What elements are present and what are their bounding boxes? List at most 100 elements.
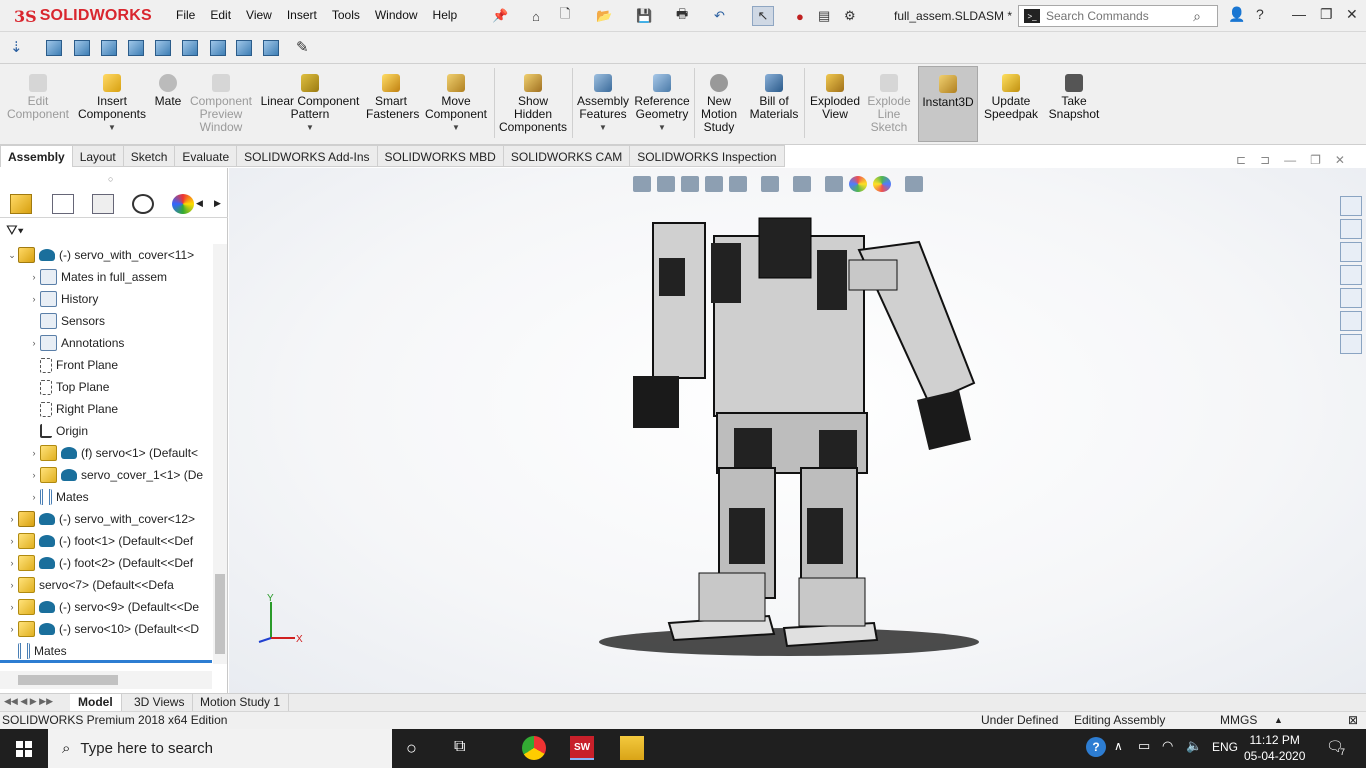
collapse-toolbar-icon[interactable]: ⇣ [10, 37, 23, 57]
search-input[interactable] [1046, 9, 1186, 23]
move-component-dropdown-icon[interactable]: ▼ [422, 121, 490, 134]
graphics-area[interactable]: Y X [229, 168, 1366, 693]
reference-geometry-button[interactable]: Reference Geometry ▼ [632, 66, 692, 142]
tree-item[interactable]: › Mates in full_assem [28, 266, 167, 288]
options-gear-icon[interactable]: ⚙ [844, 6, 856, 26]
tab-nav-icons[interactable]: ◀◀ ◀ ▶ ▶▶ [4, 696, 53, 707]
tree-item[interactable]: Front Plane [28, 354, 118, 376]
assembly-features-button[interactable]: Assembly Features ▼ [576, 66, 630, 142]
tab-model[interactable]: Model [70, 694, 122, 711]
tree-item[interactable]: Origin [28, 420, 88, 442]
tree-item[interactable]: › servo<7> (Default<<Defa [6, 574, 174, 596]
tree-horizontal-scrollbar[interactable] [0, 671, 212, 689]
solidworks-resources-icon[interactable] [1340, 196, 1362, 216]
design-library-icon[interactable] [1340, 219, 1362, 239]
doc-minimize-icon[interactable]: — [1284, 153, 1296, 167]
assembly-features-dropdown-icon[interactable]: ▼ [576, 121, 630, 134]
exploded-view-button[interactable]: Exploded View [808, 66, 862, 142]
component-preview-window-button[interactable]: Component Preview Window [188, 66, 254, 142]
solidworks-taskbar-icon[interactable]: SW [570, 736, 594, 760]
take-snapshot-button[interactable]: Take Snapshot [1046, 66, 1102, 142]
menu-help[interactable]: Help [433, 8, 458, 22]
splitter-handle[interactable]: ○ [108, 174, 113, 184]
tab-mbd[interactable]: SOLIDWORKS MBD [377, 145, 504, 167]
view-palette-icon[interactable] [1340, 265, 1362, 285]
show-hidden-components-button[interactable]: Show Hidden Components [498, 66, 568, 142]
instant3d-button[interactable]: Instant3D [918, 66, 978, 142]
linear-component-pattern-button[interactable]: Linear Component Pattern ▼ [258, 66, 362, 142]
tree-item[interactable]: › (-) servo_with_cover<12> [6, 508, 195, 530]
tree-item[interactable]: › (-) foot<1> (Default<<Def [6, 530, 193, 552]
user-icon[interactable]: 👤 [1228, 6, 1245, 23]
rebuild-icon[interactable]: ● [796, 6, 804, 26]
open-icon[interactable]: 📂 [596, 6, 612, 26]
solidworks-logo[interactable]: 3S SOLIDWORKS [14, 6, 152, 26]
normal-to-icon[interactable]: ✎ [296, 37, 309, 57]
scroll-thumb[interactable] [215, 574, 225, 654]
new-document-icon[interactable]: 🗋 [560, 6, 570, 26]
featuremanager-tab-icon[interactable] [10, 194, 32, 214]
tree-item[interactable]: › (f) servo<1> (Default< [28, 442, 198, 464]
reference-geometry-dropdown-icon[interactable]: ▼ [632, 121, 692, 134]
edit-appearance-icon[interactable] [849, 176, 867, 192]
explode-line-sketch-button[interactable]: Explode Line Sketch [864, 66, 914, 142]
help-tray-icon[interactable]: ? [1086, 737, 1106, 757]
wifi-icon[interactable]: ◠ [1162, 738, 1173, 754]
taskbar-search-box[interactable]: ⌕ Type here to search [48, 729, 392, 768]
tree-item[interactable]: ⌄ (-) servo_with_cover<11> [6, 244, 194, 266]
tree-item[interactable]: › servo_cover_1<1> (De [28, 464, 203, 486]
volume-icon[interactable]: 🔈 [1186, 738, 1202, 754]
menu-insert[interactable]: Insert [287, 8, 317, 22]
file-properties-icon[interactable]: ▤ [818, 6, 830, 26]
tree-item[interactable]: Top Plane [28, 376, 109, 398]
robot-model[interactable] [229, 168, 1366, 693]
configurationmanager-tab-icon[interactable] [92, 194, 114, 214]
units-up-icon[interactable]: ▲ [1274, 715, 1283, 725]
system-clock[interactable]: 11:12 PM 05-04-2020 [1244, 732, 1305, 764]
displaymanager-tab-icon[interactable] [172, 194, 194, 214]
forum-icon[interactable] [1340, 334, 1362, 354]
menu-view[interactable]: View [246, 8, 272, 22]
language-indicator[interactable]: ENG [1212, 740, 1238, 754]
tree-item[interactable]: Mates [6, 640, 67, 662]
windows-start-icon[interactable] [16, 741, 32, 757]
file-explorer-taskbar-icon[interactable] [620, 736, 644, 760]
view-top-icon[interactable] [155, 40, 171, 56]
tab-motion-study[interactable]: Motion Study 1 [192, 694, 290, 711]
chrome-icon[interactable] [522, 736, 546, 760]
bill-of-materials-button[interactable]: Bill of Materials [746, 66, 802, 142]
tab-layout[interactable]: Layout [72, 145, 124, 167]
tree-item[interactable]: › (-) servo<9> (Default<<De [6, 596, 199, 618]
task-view-icon[interactable]: ⧉ [454, 738, 465, 756]
dimxpert-tab-icon[interactable] [132, 194, 154, 214]
tab-addins[interactable]: SOLIDWORKS Add-Ins [237, 145, 378, 167]
update-speedpak-button[interactable]: Update Speedpak [982, 66, 1040, 142]
select-icon[interactable]: ↖ [752, 6, 774, 26]
units-selector[interactable]: MMGS [1220, 713, 1257, 727]
dynamic-annotation-icon[interactable] [729, 176, 747, 192]
menu-file[interactable]: File [176, 8, 195, 22]
restore-icon[interactable]: ❐ [1320, 6, 1333, 23]
battery-icon[interactable]: ▭ [1138, 738, 1150, 754]
tree-item[interactable]: › Mates [28, 486, 89, 508]
view-bottom-icon[interactable] [182, 40, 198, 56]
minimize-icon[interactable]: — [1292, 6, 1306, 22]
doc-restore-icon[interactable]: ❐ [1310, 153, 1321, 167]
view-settings-icon[interactable] [905, 176, 923, 192]
new-motion-study-button[interactable]: New Motion Study [698, 66, 740, 142]
menu-tools[interactable]: Tools [332, 8, 360, 22]
print-icon[interactable]: 🖶 [676, 6, 688, 26]
zoom-to-area-icon[interactable] [657, 176, 675, 192]
undo-icon[interactable]: ↶ [714, 6, 725, 26]
tree-item[interactable]: › History [28, 288, 98, 310]
cortana-icon[interactable]: ○ [406, 738, 417, 759]
home-icon[interactable]: ⌂ [532, 6, 540, 26]
display-style-icon[interactable] [793, 176, 811, 192]
previous-view-icon[interactable] [681, 176, 699, 192]
tab-inspection[interactable]: SOLIDWORKS Inspection [630, 145, 785, 167]
status-settings-icon[interactable]: ⊠ [1348, 713, 1358, 727]
tab-sketch[interactable]: Sketch [123, 145, 176, 167]
edit-component-button[interactable]: Edit Component [4, 66, 72, 142]
hide-show-items-icon[interactable] [825, 176, 843, 192]
appearances-icon[interactable] [1340, 288, 1362, 308]
